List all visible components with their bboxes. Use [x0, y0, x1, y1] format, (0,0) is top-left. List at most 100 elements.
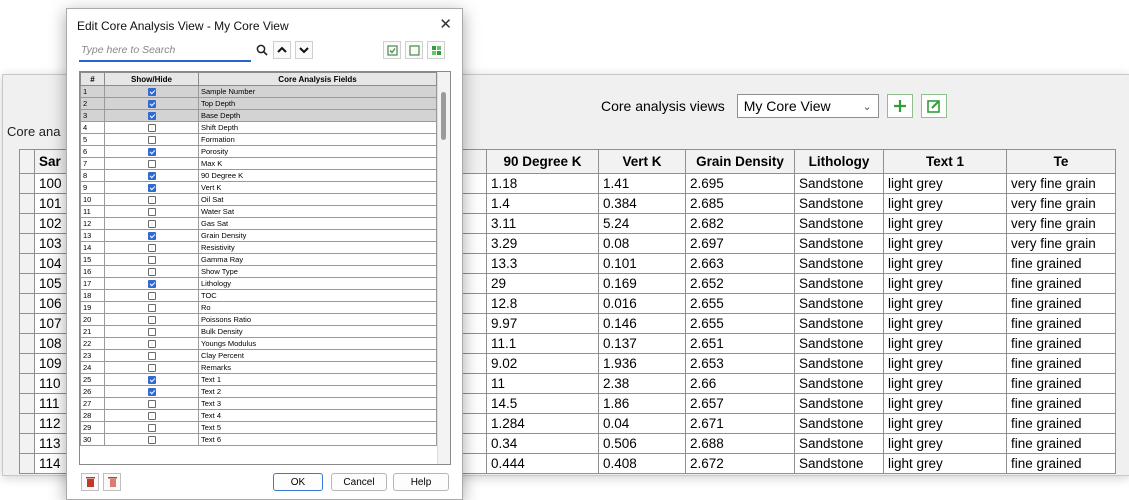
table-cell[interactable]: 2.66 [685, 373, 795, 394]
table-cell[interactable]: Sandstone [794, 373, 884, 394]
field-checkbox-cell[interactable] [104, 361, 199, 374]
table-cell[interactable]: 0.34 [486, 433, 599, 454]
table-cell[interactable]: light grey [883, 253, 1007, 274]
table-cell[interactable]: light grey [883, 193, 1007, 214]
field-row[interactable]: 22 Youngs Modulus [80, 337, 437, 350]
search-input[interactable]: Type here to Search [79, 42, 251, 62]
field-checkbox-cell[interactable] [104, 373, 199, 386]
show-hide-checkbox[interactable] [147, 375, 156, 384]
table-cell[interactable]: fine grained [1006, 453, 1116, 474]
table-cell[interactable]: 2.38 [598, 373, 686, 394]
table-cell[interactable]: very fine grain [1006, 213, 1116, 234]
field-checkbox-cell[interactable] [104, 157, 199, 170]
field-row[interactable]: 17 Lithology [80, 277, 437, 290]
table-cell[interactable]: Sandstone [794, 173, 884, 194]
field-checkbox-cell[interactable] [104, 181, 199, 194]
field-checkbox-cell[interactable] [104, 433, 199, 446]
show-hide-checkbox[interactable] [147, 339, 156, 348]
field-row[interactable]: 13 Grain Density [80, 229, 437, 242]
row-header[interactable] [19, 313, 35, 334]
field-checkbox-cell[interactable] [104, 301, 199, 314]
field-checkbox-cell[interactable] [104, 409, 199, 422]
fields-scrollbar[interactable] [437, 72, 450, 464]
show-hide-checkbox[interactable] [147, 363, 156, 372]
move-up-button[interactable] [273, 41, 291, 59]
field-row[interactable]: 7 Max K [80, 157, 437, 170]
table-cell[interactable]: Sandstone [794, 333, 884, 354]
table-cell[interactable]: very fine grain [1006, 193, 1116, 214]
table-cell[interactable]: Sandstone [794, 293, 884, 314]
table-cell[interactable]: 0.146 [598, 313, 686, 334]
table-cell[interactable]: fine grained [1006, 253, 1116, 274]
field-row[interactable]: 27 Text 3 [80, 397, 437, 410]
table-cell[interactable]: 1.936 [598, 353, 686, 374]
show-hide-checkbox[interactable] [147, 303, 156, 312]
table-cell[interactable]: 2.663 [685, 253, 795, 274]
show-hide-checkbox[interactable] [147, 399, 156, 408]
table-cell[interactable]: fine grained [1006, 433, 1116, 454]
export-button[interactable] [427, 41, 445, 59]
show-hide-checkbox[interactable] [147, 87, 156, 96]
show-hide-checkbox[interactable] [147, 171, 156, 180]
row-header[interactable] [19, 393, 35, 414]
table-cell[interactable]: 2.655 [685, 293, 795, 314]
field-row[interactable]: 19 Ro [80, 301, 437, 314]
table-cell[interactable]: fine grained [1006, 313, 1116, 334]
field-row[interactable]: 6 Porosity [80, 145, 437, 158]
table-cell[interactable]: light grey [883, 413, 1007, 434]
table-cell[interactable]: 0.444 [486, 453, 599, 474]
table-cell[interactable]: Sandstone [794, 273, 884, 294]
field-row[interactable]: 20 Poissons Ratio [80, 313, 437, 326]
table-cell[interactable]: 0.016 [598, 293, 686, 314]
field-row[interactable]: 5 Formation [80, 133, 437, 146]
show-hide-checkbox[interactable] [147, 183, 156, 192]
field-checkbox-cell[interactable] [104, 121, 199, 134]
table-cell[interactable]: 2.653 [685, 353, 795, 374]
table-cell[interactable]: 2.685 [685, 193, 795, 214]
table-cell[interactable]: fine grained [1006, 413, 1116, 434]
cancel-button[interactable]: Cancel [331, 473, 387, 491]
col-header-90-degree-k[interactable]: 90 Degree K [486, 149, 599, 174]
field-checkbox-cell[interactable] [104, 253, 199, 266]
show-hide-checkbox[interactable] [147, 315, 156, 324]
show-hide-checkbox[interactable] [147, 243, 156, 252]
table-cell[interactable]: fine grained [1006, 373, 1116, 394]
table-cell[interactable]: Sandstone [794, 393, 884, 414]
table-cell[interactable]: 0.384 [598, 193, 686, 214]
ok-button[interactable]: OK [273, 473, 323, 491]
table-cell[interactable]: 11.1 [486, 333, 599, 354]
row-header[interactable] [19, 333, 35, 354]
table-cell[interactable]: light grey [883, 233, 1007, 254]
field-checkbox-cell[interactable] [104, 241, 199, 254]
table-cell[interactable]: 1.41 [598, 173, 686, 194]
table-cell[interactable]: 2.671 [685, 413, 795, 434]
field-row[interactable]: 4 Shift Depth [80, 121, 437, 134]
field-checkbox-cell[interactable] [104, 397, 199, 410]
show-hide-checkbox[interactable] [147, 291, 156, 300]
show-hide-checkbox[interactable] [147, 327, 156, 336]
table-cell[interactable]: 2.682 [685, 213, 795, 234]
table-cell[interactable]: light grey [883, 333, 1007, 354]
col-header-grain-density[interactable]: Grain Density [685, 149, 795, 174]
col-header-text-1[interactable]: Text 1 [883, 149, 1007, 174]
table-cell[interactable]: 0.506 [598, 433, 686, 454]
show-hide-checkbox[interactable] [147, 279, 156, 288]
show-hide-checkbox[interactable] [147, 219, 156, 228]
show-hide-checkbox[interactable] [147, 99, 156, 108]
table-cell[interactable]: Sandstone [794, 193, 884, 214]
delete-view-button[interactable] [81, 473, 99, 491]
field-row[interactable]: 26 Text 2 [80, 385, 437, 398]
row-header[interactable] [19, 353, 35, 374]
field-row[interactable]: 11 Water Sat [80, 205, 437, 218]
row-header[interactable] [19, 453, 35, 474]
table-cell[interactable]: 2.672 [685, 453, 795, 474]
field-row[interactable]: 30 Text 6 [80, 433, 437, 446]
field-checkbox-cell[interactable] [104, 109, 199, 122]
table-cell[interactable]: 2.655 [685, 313, 795, 334]
add-view-button[interactable] [886, 94, 913, 118]
table-cell[interactable]: 3.29 [486, 233, 599, 254]
field-checkbox-cell[interactable] [104, 421, 199, 434]
field-checkbox-cell[interactable] [104, 385, 199, 398]
show-hide-checkbox[interactable] [147, 423, 156, 432]
table-cell[interactable]: 2.657 [685, 393, 795, 414]
